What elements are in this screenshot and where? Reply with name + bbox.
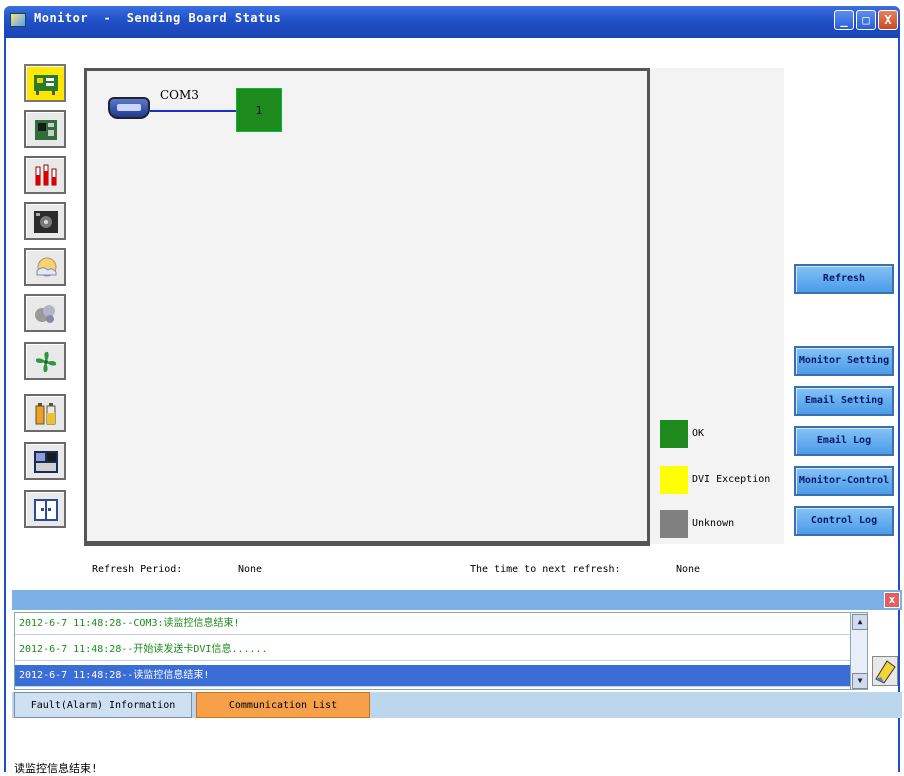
email-setting-button[interactable]: Email Setting	[794, 386, 894, 416]
eraser-icon	[875, 660, 896, 684]
serial-port-icon	[108, 97, 150, 119]
maximize-button[interactable]: □	[856, 10, 876, 30]
sending-board-node[interactable]: 1	[236, 88, 282, 132]
battery-icon	[35, 403, 56, 425]
screen-tool[interactable]	[24, 442, 66, 480]
com-port-label: COM3	[160, 88, 199, 102]
log-entry[interactable]: 2012-6-7 11:48:28--开始读发送卡DVI信息......	[15, 639, 851, 661]
close-button[interactable]: X	[878, 10, 898, 30]
panel-border	[84, 543, 650, 546]
status-bar-text: 读监控信息结束!	[14, 762, 98, 775]
legend-swatch-unknown	[660, 510, 688, 538]
connection-line	[150, 110, 236, 112]
weather-icon	[36, 257, 57, 277]
window-title: Monitor - Sending Board Status	[34, 11, 282, 25]
refresh-period-label: Refresh Period:	[92, 564, 183, 575]
refresh-period-value: None	[238, 564, 263, 575]
legend-label-ok: OK	[692, 428, 705, 439]
board-icon	[34, 75, 58, 95]
scroll-down-icon[interactable]: ▼	[852, 673, 868, 689]
monitor-setting-button[interactable]: Monitor Setting	[794, 346, 894, 376]
power-tool[interactable]	[24, 394, 66, 432]
tab-fault-information[interactable]: Fault(Alarm) Information	[14, 692, 192, 718]
tab-communication-list[interactable]: Communication List	[196, 692, 370, 718]
smoke-tool[interactable]	[24, 294, 66, 332]
temperature-tool[interactable]	[24, 156, 66, 194]
sending-board-tool[interactable]	[24, 64, 66, 102]
cabinet-tool[interactable]	[24, 202, 66, 240]
minimize-button[interactable]: _	[834, 10, 854, 30]
log-entry-selected[interactable]: 2012-6-7 11:48:28--读监控信息结束!	[15, 665, 851, 687]
legend-swatch-ok	[660, 420, 688, 448]
thermometer-icon	[35, 164, 57, 186]
screen-icon	[34, 451, 58, 473]
legend-swatch-dvi-exception	[660, 466, 688, 494]
receiving-card-tool[interactable]	[24, 110, 66, 148]
fan-icon	[35, 351, 57, 373]
fan-tool[interactable]	[24, 342, 66, 380]
smoke-icon	[35, 305, 55, 323]
log-list: 2012-6-7 11:48:28--COM3:读监控信息结束! 2012-6-…	[14, 612, 852, 690]
topology-panel	[84, 68, 650, 544]
next-refresh-value: None	[676, 564, 701, 575]
app-icon	[10, 13, 26, 27]
monitor-control-button[interactable]: Monitor-Control	[794, 466, 894, 496]
humidity-tool[interactable]	[24, 248, 66, 286]
split-panel-icon	[34, 499, 58, 521]
log-scrollbar[interactable]: ▲ ▼	[850, 612, 868, 690]
email-log-button[interactable]: Email Log	[794, 426, 894, 456]
log-entry[interactable]: 2012-6-7 11:48:28--COM3:读监控信息结束!	[15, 613, 851, 635]
split-tool[interactable]	[24, 490, 66, 528]
log-close-button[interactable]: x	[884, 592, 900, 608]
cabinet-icon	[34, 211, 58, 233]
clear-log-button[interactable]	[872, 656, 898, 686]
next-refresh-label: The time to next refresh:	[470, 564, 621, 575]
legend-label-unknown: Unknown	[692, 518, 735, 529]
scroll-up-icon[interactable]: ▲	[852, 614, 868, 630]
refresh-button[interactable]: Refresh	[794, 264, 894, 294]
card-icon	[35, 120, 57, 140]
log-panel-header	[12, 590, 902, 610]
legend-label-dvi-exception: DVI Exception	[692, 474, 771, 485]
control-log-button[interactable]: Control Log	[794, 506, 894, 536]
